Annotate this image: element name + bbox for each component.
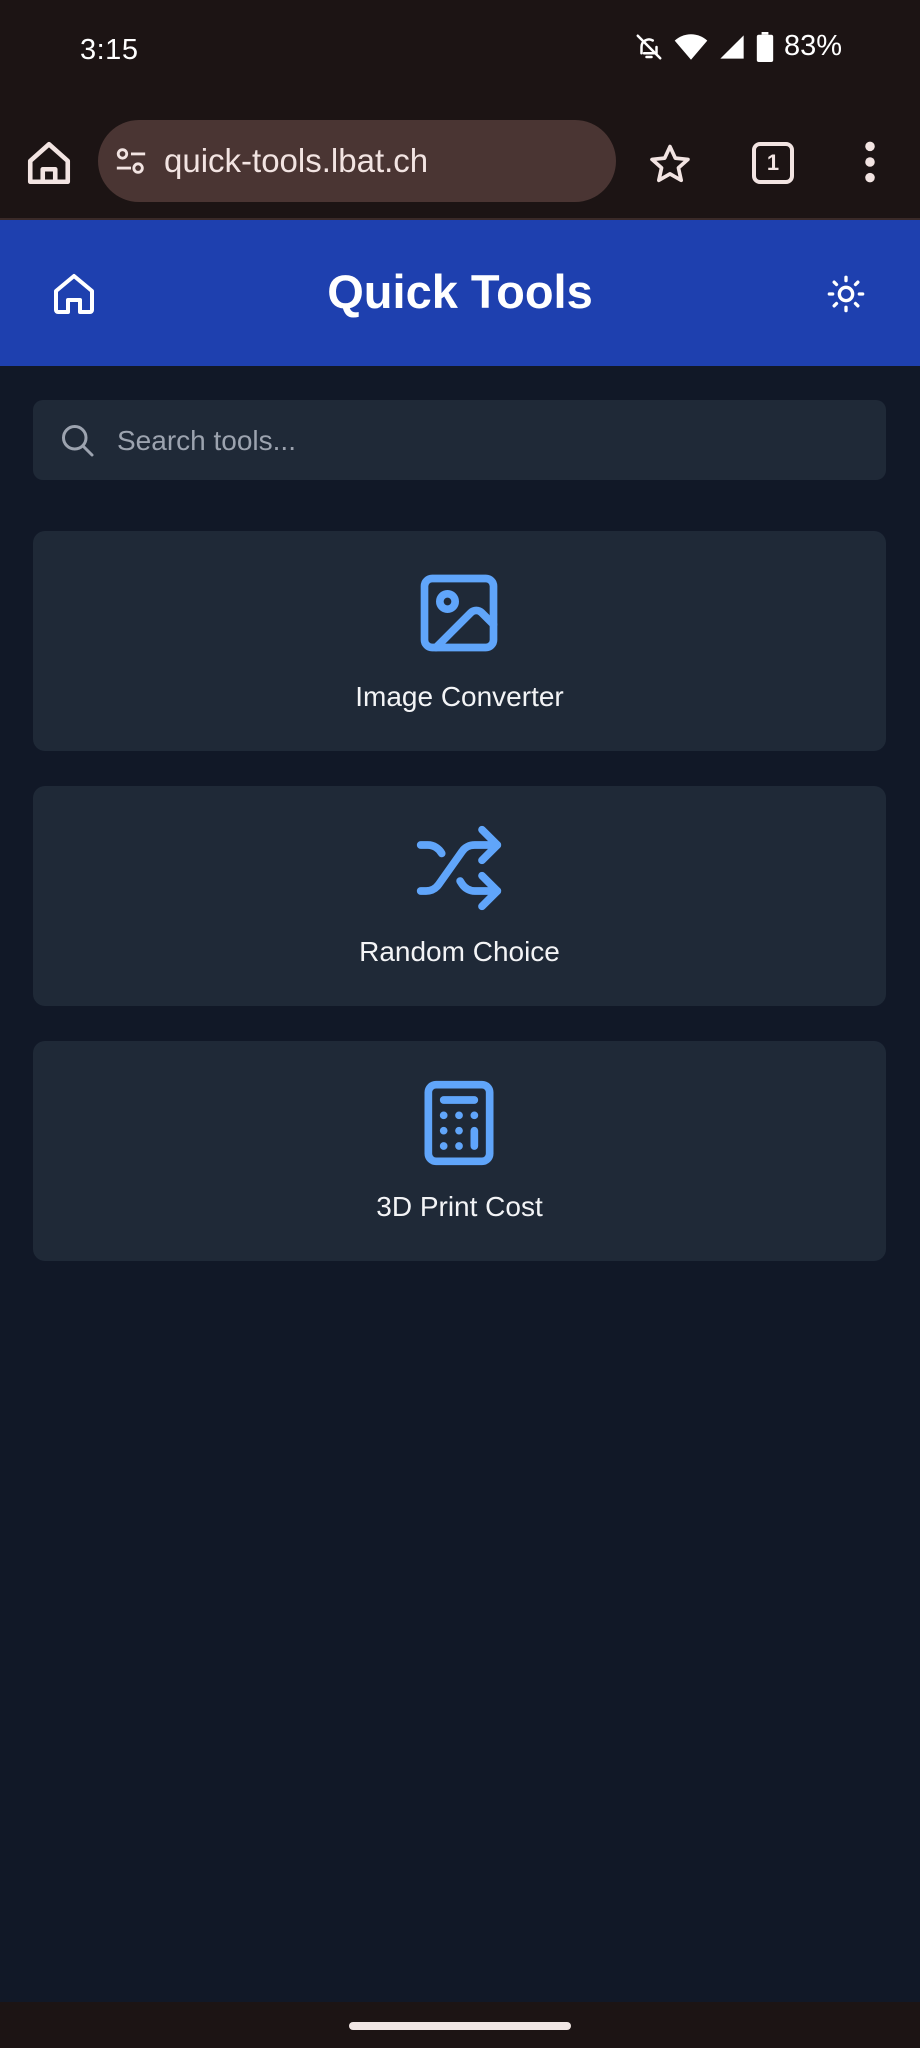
status-icons: 83%: [634, 30, 842, 63]
search-input[interactable]: [115, 400, 859, 482]
tabs-button[interactable]: 1: [752, 142, 794, 184]
tool-label: 3D Print Cost: [376, 1191, 543, 1222]
tool-card-image-converter[interactable]: Image Converter: [33, 531, 886, 751]
more-vert-icon[interactable]: [860, 140, 880, 184]
image-icon: [420, 574, 498, 652]
address-bar[interactable]: quick-tools.lbat.ch: [98, 120, 616, 202]
battery-icon: [756, 31, 774, 62]
search-icon: [62, 425, 94, 457]
calculator-icon: [424, 1080, 494, 1166]
url-text[interactable]: quick-tools.lbat.ch: [164, 142, 428, 180]
home-icon[interactable]: [24, 138, 74, 188]
app-header: Quick Tools: [0, 218, 920, 366]
shuffle-icon: [416, 825, 502, 911]
page-title: Quick Tools: [327, 265, 593, 318]
search-box[interactable]: [33, 400, 886, 482]
browser-toolbar: quick-tools.lbat.ch 1: [0, 106, 920, 218]
star-icon[interactable]: [648, 142, 692, 186]
mute-icon: [636, 34, 662, 59]
battery-percent: 83%: [783, 30, 842, 62]
tool-label: Random Choice: [359, 936, 560, 967]
tool-card-random-choice[interactable]: Random Choice: [33, 786, 886, 1006]
system-nav-bar: [0, 2002, 920, 2048]
sun-icon[interactable]: [826, 274, 866, 314]
signal-icon: [720, 34, 744, 59]
status-bar: 3:15 83%: [0, 0, 920, 106]
site-settings-icon[interactable]: [114, 145, 148, 177]
status-time: 3:15: [80, 34, 139, 66]
gesture-handle[interactable]: [349, 2022, 571, 2030]
tool-label: Image Converter: [355, 681, 564, 712]
wifi-icon: [674, 33, 708, 60]
tool-card-3d-print-cost[interactable]: 3D Print Cost: [33, 1041, 886, 1261]
